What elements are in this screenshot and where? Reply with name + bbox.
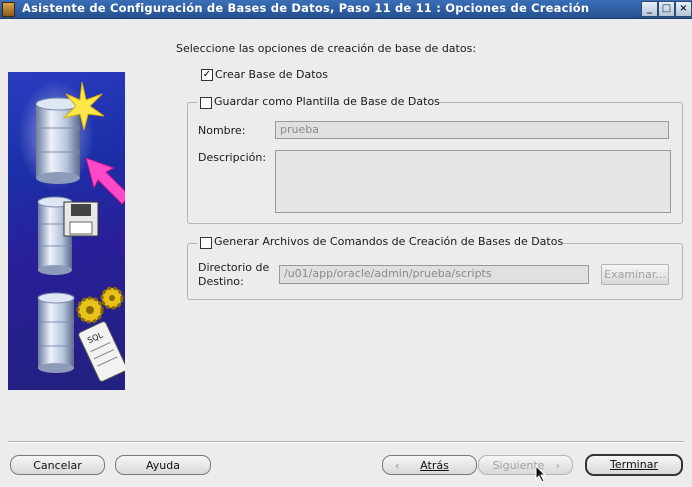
cancel-button[interactable]: Cancelar	[10, 455, 105, 475]
template-name-input[interactable]: prueba	[275, 121, 669, 139]
back-button[interactable]: ‹ Atrás	[382, 455, 477, 475]
close-button[interactable]: ×	[675, 1, 692, 17]
browse-button[interactable]: Examinar...	[601, 264, 669, 285]
maximize-button[interactable]: □	[658, 1, 675, 17]
title-bar: Asistente de Configuración de Bases de D…	[0, 0, 692, 19]
database-illustration: SQL	[18, 80, 125, 382]
template-description-input[interactable]	[275, 150, 671, 213]
footer-separator	[8, 441, 684, 443]
scripts-dir-label-line1: Directorio de	[198, 261, 270, 274]
save-template-checkbox[interactable]	[200, 97, 212, 109]
chevron-left-icon: ‹	[395, 459, 400, 472]
mouse-cursor-icon	[535, 465, 547, 483]
generate-scripts-label[interactable]: Generar Archivos de Comandos de Creación…	[214, 235, 563, 248]
back-label: Atrás	[420, 459, 449, 472]
finish-button[interactable]: Terminar	[585, 454, 683, 476]
database-script-icon: SQL	[37, 286, 125, 382]
database-save-icon	[37, 196, 99, 275]
next-button[interactable]: Siguiente ›	[478, 455, 573, 475]
app-icon	[2, 2, 15, 17]
finish-label: Terminar	[610, 458, 658, 471]
chevron-right-icon: ›	[555, 459, 560, 472]
create-db-label[interactable]: Crear Base de Datos	[215, 68, 328, 81]
save-template-label[interactable]: Guardar como Plantilla de Base de Datos	[214, 95, 440, 108]
scripts-dir-label-line2: Destino:	[198, 275, 244, 288]
arrow-pointer-icon	[85, 157, 125, 205]
create-db-checkbox[interactable]: ✓	[201, 69, 213, 81]
generate-scripts-checkbox[interactable]	[200, 237, 212, 249]
instruction-text: Seleccione las opciones de creación de b…	[176, 42, 477, 55]
help-button[interactable]: Ayuda	[115, 455, 211, 475]
template-name-label: Nombre:	[198, 124, 246, 137]
wizard-illustration: SQL	[8, 72, 125, 390]
scripts-dir-input[interactable]: /u01/app/oracle/admin/prueba/scripts	[279, 265, 589, 284]
template-description-label: Descripción:	[198, 151, 267, 164]
window-title: Asistente de Configuración de Bases de D…	[22, 1, 590, 15]
minimize-button[interactable]: _	[641, 1, 658, 17]
